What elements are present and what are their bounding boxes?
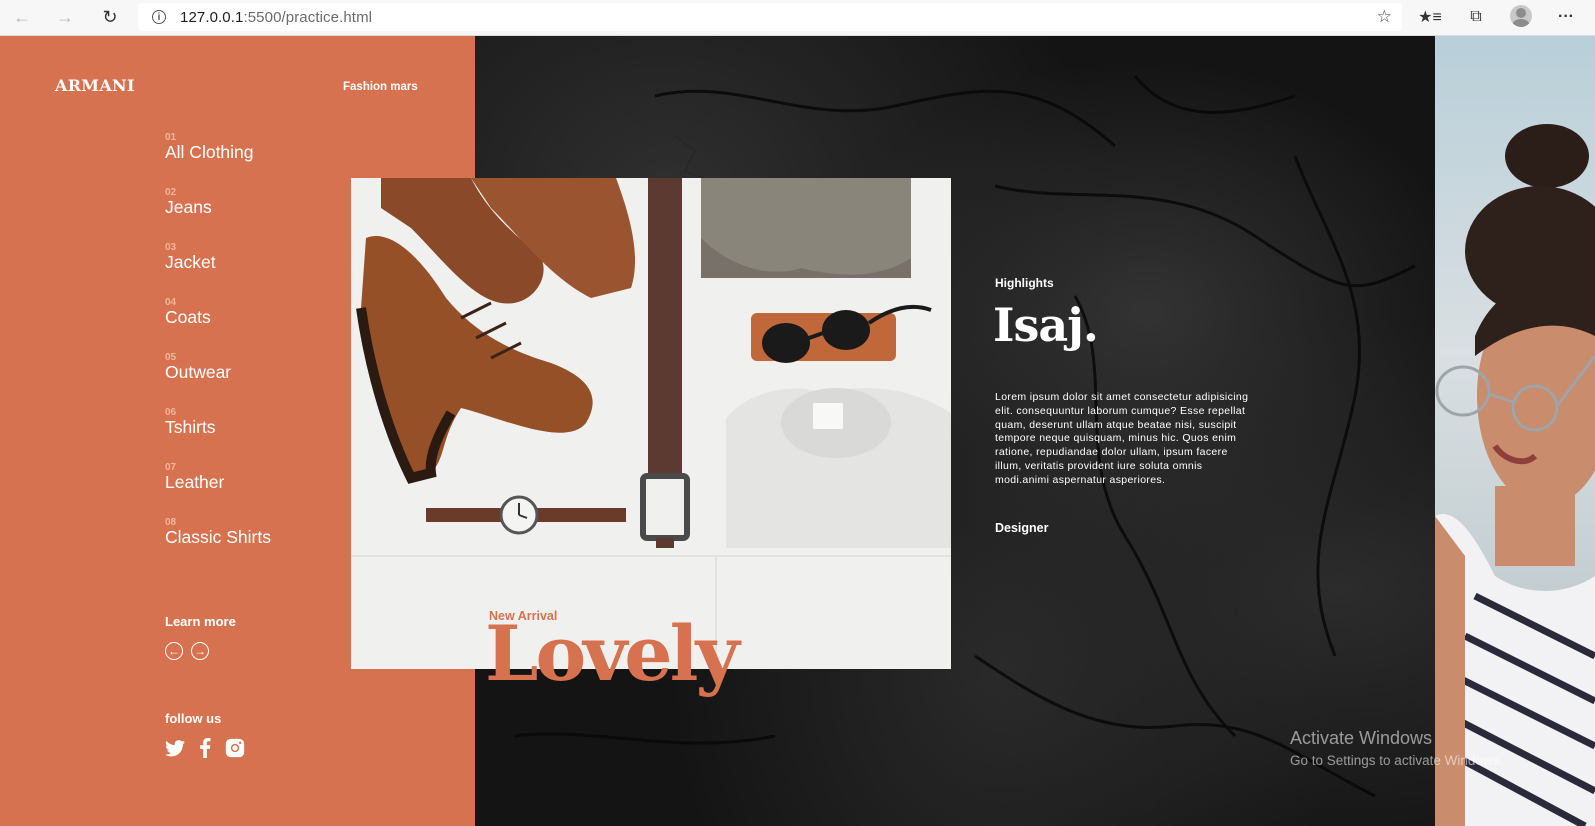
browser-toolbar: ← → ↻ i 127.0.0.1:5500/practice.html ☆ ★…: [0, 0, 1595, 36]
url-path: :5500/practice.html: [243, 8, 373, 26]
url-text[interactable]: 127.0.0.1:5500/practice.html: [180, 9, 372, 26]
follow-us-label: follow us: [165, 711, 222, 726]
product-flatlay: [351, 178, 951, 669]
learn-more-label[interactable]: Learn more: [165, 614, 236, 629]
product-title: Isaj.: [993, 298, 1099, 352]
facebook-icon[interactable]: [195, 738, 215, 758]
brand-tagline: Fashion mars: [343, 81, 418, 93]
arrow-left-icon[interactable]: ←: [165, 642, 183, 660]
menu-item-label: Jacket: [165, 252, 216, 272]
forward-icon[interactable]: →: [51, 3, 79, 31]
menu-item-label: Leather: [165, 472, 225, 492]
hero-headline: Lovely: [485, 609, 740, 698]
refresh-icon[interactable]: ↻: [96, 3, 124, 31]
more-icon[interactable]: ···: [1552, 4, 1580, 30]
highlights-label: Highlights: [995, 276, 1054, 290]
favorites-list-icon[interactable]: ★≡: [1416, 4, 1444, 30]
slider-arrows: ← →: [165, 642, 209, 660]
menu-item-label: All Clothing: [165, 142, 254, 162]
product-description: Lorem ipsum dolor sit amet consectetur a…: [995, 391, 1249, 486]
profile-icon[interactable]: [1510, 5, 1532, 27]
back-icon[interactable]: ←: [8, 3, 36, 31]
address-bar[interactable]: i 127.0.0.1:5500/practice.html ☆: [138, 3, 1402, 31]
arrow-right-icon[interactable]: →: [191, 642, 209, 660]
model-photo: 001: [1435, 36, 1595, 826]
info-icon[interactable]: i: [152, 10, 166, 24]
menu-item-label: Classic Shirts: [165, 527, 271, 547]
menu-item-label: Tshirts: [165, 417, 216, 437]
favorite-star-icon[interactable]: ☆: [1377, 7, 1392, 27]
activate-windows-title: Activate Windows: [1290, 728, 1433, 748]
menu-item-label: Outwear: [165, 362, 232, 382]
instagram-icon[interactable]: [225, 738, 245, 758]
designer-label[interactable]: Designer: [995, 521, 1049, 535]
product-image: [351, 178, 951, 669]
model-illustration: [1435, 124, 1595, 826]
menu-item-label: Jeans: [165, 197, 212, 217]
menu-item-label: Coats: [165, 307, 211, 327]
url-host: 127.0.0.1: [180, 8, 244, 26]
collections-icon[interactable]: ⧉: [1462, 4, 1490, 30]
brand-logo[interactable]: ARMANI: [55, 76, 135, 95]
twitter-icon[interactable]: [165, 738, 185, 758]
social-links: [165, 738, 245, 758]
page: ARMANI Fashion mars 01 All Clothing 02 J…: [0, 36, 1595, 826]
activate-windows-subtitle: Go to Settings to activate Windows.: [1290, 753, 1504, 768]
